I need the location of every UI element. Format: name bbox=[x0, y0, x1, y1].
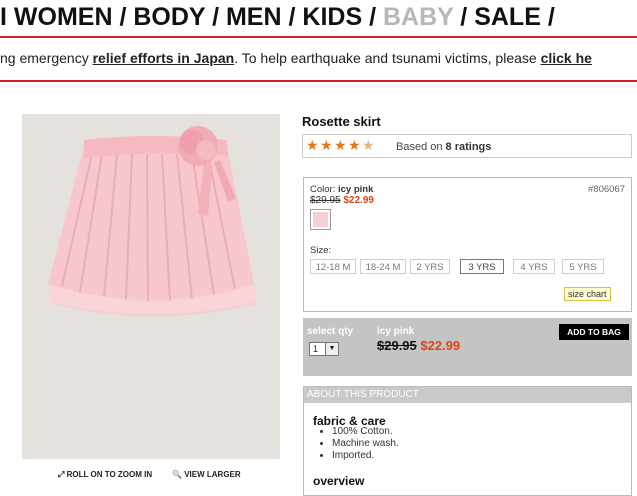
buy-original-price: $29.95 bbox=[377, 338, 417, 353]
chevron-down-icon[interactable]: ▼ bbox=[325, 343, 338, 355]
rating-box: ★ ★ ★ ★ ★ Based on 8 ratings bbox=[302, 134, 632, 158]
swatch-fill bbox=[313, 212, 328, 227]
color-swatch[interactable] bbox=[310, 209, 331, 230]
nav-partial-start: I bbox=[0, 3, 7, 31]
about-product-panel: ABOUT THIS PRODUCT fabric & care 100% Co… bbox=[303, 386, 632, 496]
list-item: Imported. bbox=[332, 450, 399, 462]
sale-price: $22.99 bbox=[343, 195, 374, 206]
skirt-illustration bbox=[22, 114, 280, 459]
qty-value: 1 bbox=[313, 344, 319, 354]
half-star-icon: ★ bbox=[362, 137, 375, 153]
qty-label: select qty bbox=[307, 326, 354, 337]
zoom-control[interactable]: ⤢ ROLL ON TO ZOOM IN bbox=[58, 470, 152, 480]
buy-bar: select qty 1 ▼ icy pink $29.95 $22.99 AD… bbox=[303, 318, 632, 376]
list-item: 100% Cotton. bbox=[332, 426, 399, 438]
product-options: Color: icy pink #806067 $29.95 $22.99 Si… bbox=[303, 177, 632, 312]
magnifier-icon: 🔍 bbox=[172, 470, 182, 479]
top-nav: I WOMEN / BODY / MEN / KIDS / BABY / SAL… bbox=[0, 3, 555, 31]
color-label: Color: bbox=[310, 184, 336, 195]
size-4yrs[interactable]: 4 YRS bbox=[513, 259, 555, 274]
nav-item-body[interactable]: BODY bbox=[133, 3, 205, 31]
size-12-18m[interactable]: 12-18 M bbox=[310, 259, 356, 274]
banner-bottom-rule bbox=[0, 80, 637, 82]
nav-item-kids[interactable]: KIDS bbox=[302, 3, 362, 31]
star-icon-4: ★ bbox=[348, 137, 361, 153]
nav-item-men[interactable]: MEN bbox=[226, 3, 282, 31]
fabric-care-list: 100% Cotton. Machine wash. Imported. bbox=[304, 426, 399, 462]
star-icon-3: ★ bbox=[334, 137, 347, 153]
product-image[interactable] bbox=[22, 114, 280, 459]
color-row: Color: icy pink bbox=[310, 184, 373, 195]
size-label: Size: bbox=[310, 245, 332, 256]
buy-sale-price: $22.99 bbox=[420, 338, 461, 353]
banner-prefix: ng emergency bbox=[0, 50, 93, 66]
zoom-icon: ⤢ bbox=[58, 470, 65, 479]
view-larger-control[interactable]: 🔍 VIEW LARGER bbox=[172, 470, 241, 479]
view-larger-label: VIEW LARGER bbox=[184, 470, 241, 479]
rating-count[interactable]: 8 ratings bbox=[446, 141, 492, 153]
add-to-bag-button[interactable]: ADD TO BAG bbox=[559, 324, 629, 340]
star-icon-1: ★ bbox=[306, 137, 319, 153]
size-18-24m[interactable]: 18-24 M bbox=[360, 259, 406, 274]
nav-item-women[interactable]: WOMEN bbox=[14, 3, 113, 31]
original-price: $29.95 bbox=[310, 195, 341, 206]
size-2yrs[interactable]: 2 YRS bbox=[410, 259, 450, 274]
click-here-link[interactable]: click he bbox=[541, 50, 592, 66]
buy-color-name: icy pink bbox=[377, 326, 415, 337]
price-row: $29.95 $22.99 bbox=[310, 195, 374, 206]
size-chart-link[interactable]: size chart bbox=[564, 287, 611, 301]
overview-heading: overview bbox=[313, 474, 365, 488]
emergency-banner: ng emergency relief efforts in Japan. To… bbox=[0, 48, 637, 68]
banner-middle: . To help earthquake and tsunami victims… bbox=[234, 50, 541, 66]
nav-item-baby[interactable]: BABY bbox=[383, 3, 453, 31]
buy-price-row: $29.95 $22.99 bbox=[377, 338, 460, 353]
banner-top-rule bbox=[0, 36, 637, 38]
size-3yrs[interactable]: 3 YRS bbox=[460, 259, 504, 274]
list-item: Machine wash. bbox=[332, 438, 399, 450]
product-title: Rosette skirt bbox=[302, 114, 381, 129]
qty-select[interactable]: 1 ▼ bbox=[309, 342, 339, 356]
color-name: icy pink bbox=[337, 184, 374, 195]
nav-item-sale[interactable]: SALE bbox=[474, 3, 541, 31]
rating-text: Based on 8 ratings bbox=[396, 141, 492, 153]
zoom-label: ROLL ON TO ZOOM IN bbox=[66, 470, 153, 479]
size-5yrs[interactable]: 5 YRS bbox=[562, 259, 604, 274]
nav-partial-end: / bbox=[547, 3, 555, 31]
sku: #806067 bbox=[588, 184, 625, 195]
relief-efforts-link[interactable]: relief efforts in Japan bbox=[93, 50, 235, 66]
star-icon-2: ★ bbox=[320, 137, 333, 153]
about-heading: ABOUT THIS PRODUCT bbox=[304, 387, 631, 403]
